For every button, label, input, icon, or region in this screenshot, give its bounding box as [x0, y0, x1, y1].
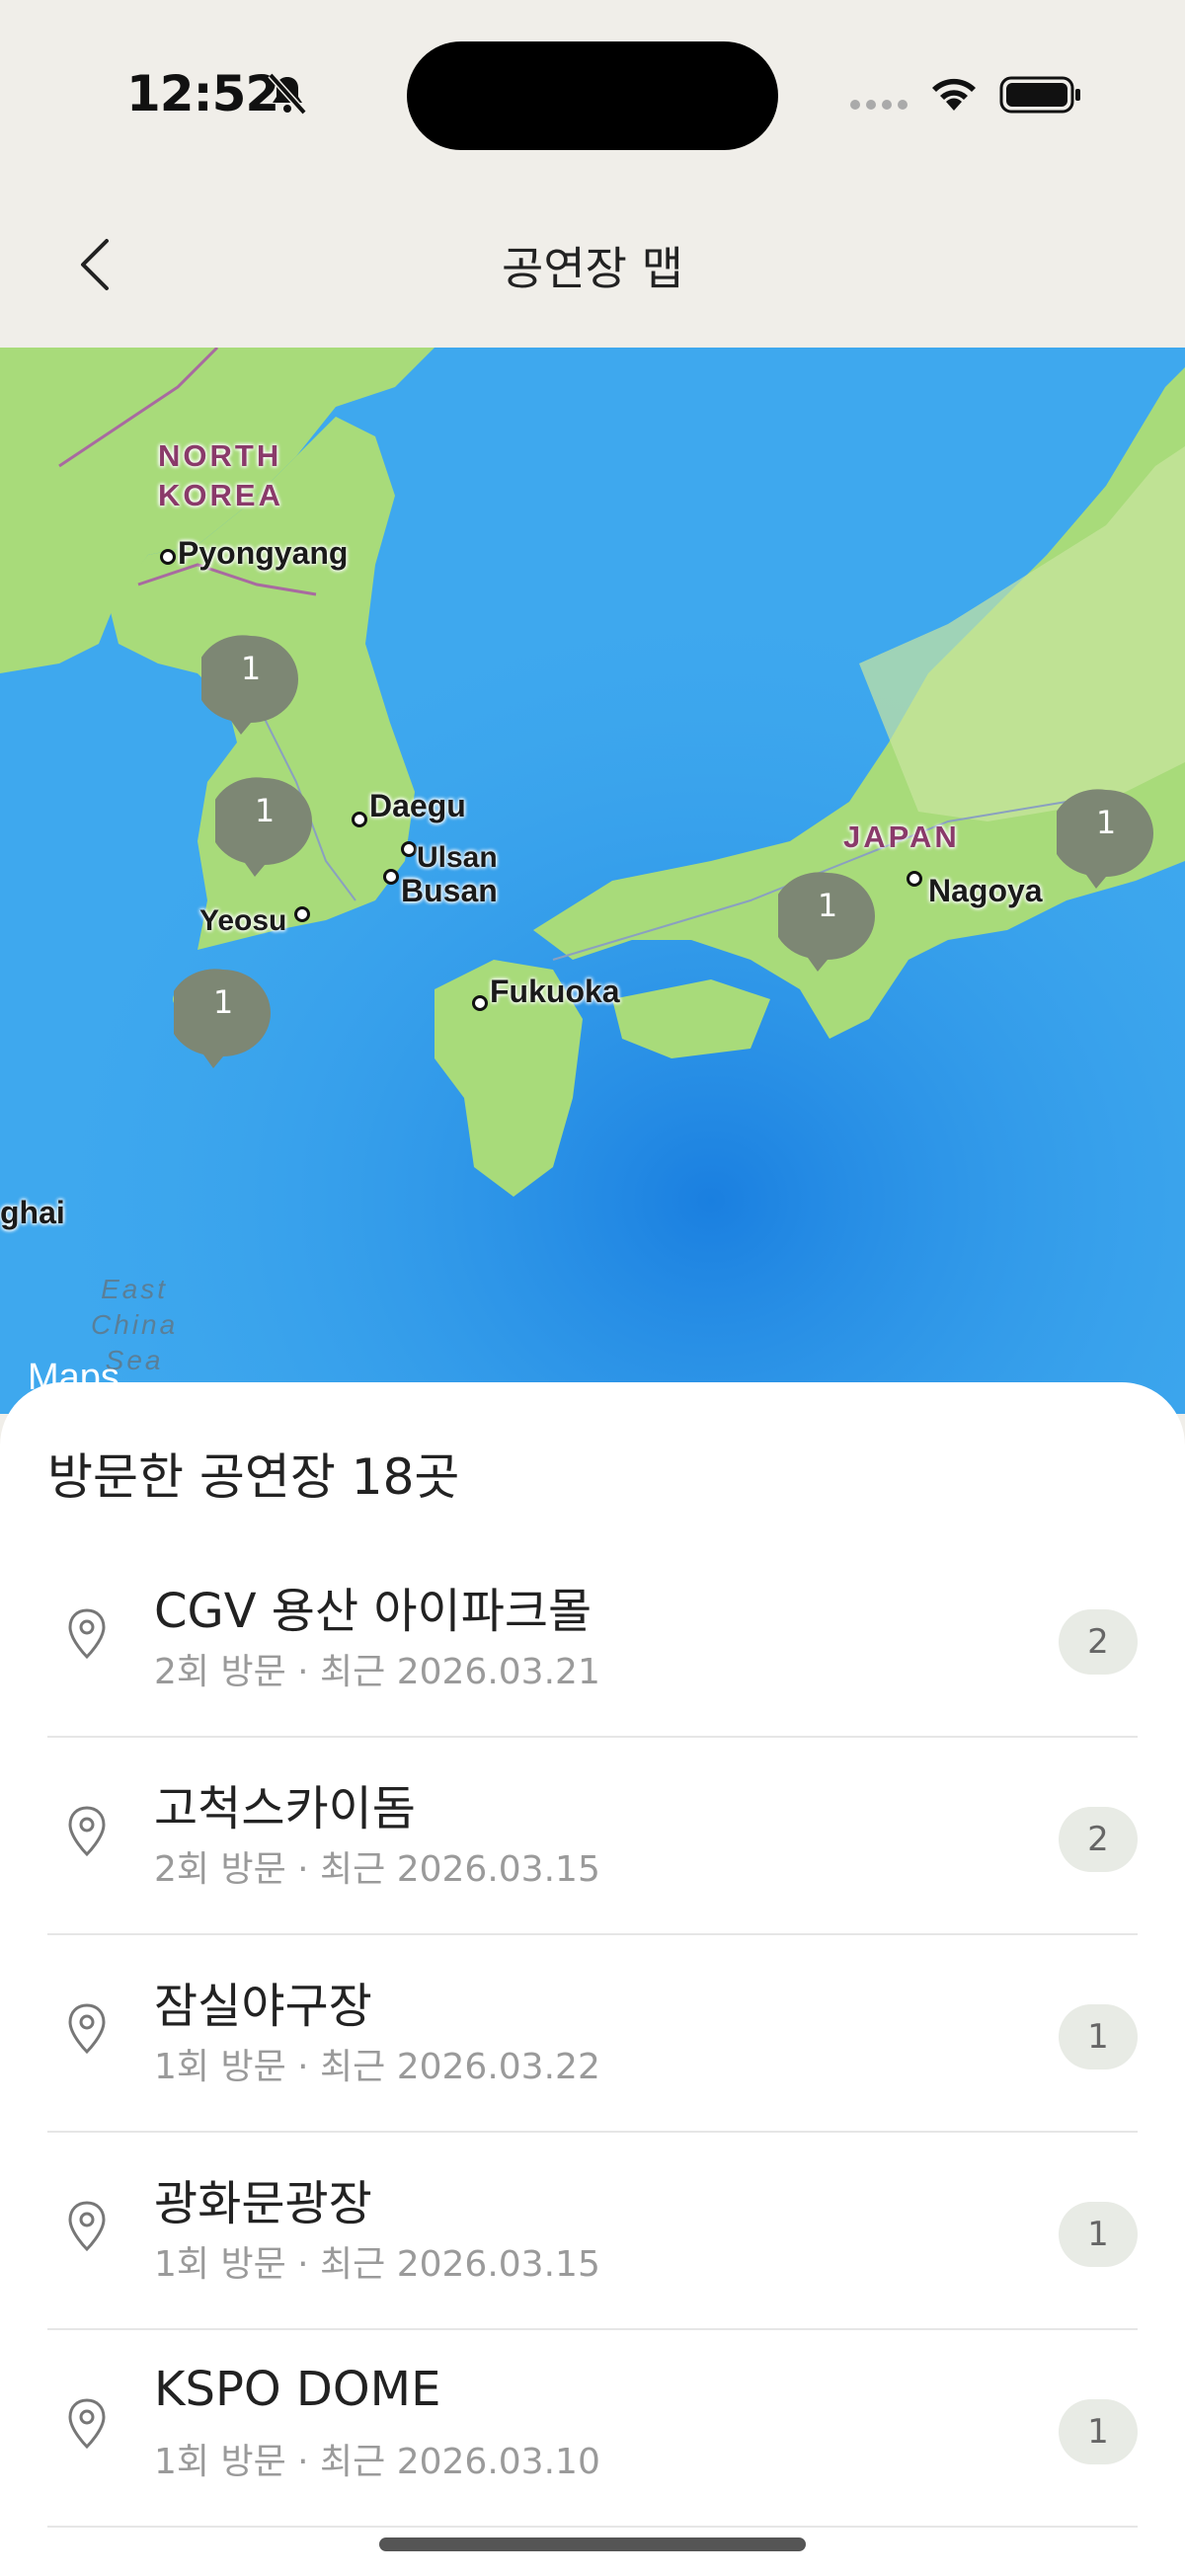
location-pin-icon: [68, 1608, 106, 1660]
map-label-busan: Busan: [401, 873, 498, 908]
visit-count-badge: 2: [1059, 1807, 1138, 1872]
visit-count-badge: 1: [1059, 2202, 1138, 2267]
venue-meta: 2회 방문 · 최근 2026.03.15: [154, 1849, 600, 1890]
map-city-dot: [401, 841, 417, 857]
bell-muted-icon: [268, 72, 307, 116]
map-city-dot: [383, 869, 399, 885]
location-pin-icon: [68, 2398, 106, 2450]
venue-name: CGV 용산 아이파크몰: [154, 1584, 592, 1639]
map-label-pyongyang: Pyongyang: [178, 535, 349, 571]
map-label-daegu: Daegu: [369, 788, 466, 823]
map-city-dot: [472, 995, 488, 1011]
location-pin-icon: [68, 2003, 106, 2055]
venue-list-item[interactable]: 광화문광장 1회 방문 · 최근 2026.03.15 1: [47, 2133, 1138, 2330]
signal-dots-icon: [850, 100, 908, 110]
page-title: 공연장 맵: [502, 242, 683, 295]
venue-list-item[interactable]: CGV 용산 아이파크몰 2회 방문 · 최근 2026.03.21 2: [47, 1540, 1138, 1738]
status-time: 12:52: [126, 65, 279, 122]
venue-map[interactable]: NORTH KOREA Pyongyang Daegu Ulsan Busan …: [0, 348, 1185, 1414]
venue-name: 광화문광장: [154, 2176, 372, 2231]
dynamic-island: [407, 41, 778, 150]
venue-name: 잠실야구장: [154, 1979, 372, 2034]
visit-count-badge: 1: [1059, 2399, 1138, 2464]
venue-list: CGV 용산 아이파크몰 2회 방문 · 최근 2026.03.21 2 고척스…: [47, 1540, 1138, 2528]
map-label-fukuoka: Fukuoka: [490, 974, 620, 1009]
map-label-japan: JAPAN: [843, 820, 960, 854]
map-label-nagoya: Nagoya: [928, 873, 1043, 908]
location-pin-icon: [68, 1806, 106, 1857]
venue-name: 고척스카이돔: [154, 1781, 416, 1836]
home-indicator[interactable]: [379, 2537, 806, 2551]
venue-list-item[interactable]: 고척스카이돔 2회 방문 · 최근 2026.03.15 2: [47, 1738, 1138, 1935]
venue-meta: 2회 방문 · 최근 2026.03.21: [154, 1652, 600, 1692]
venue-meta: 1회 방문 · 최근 2026.03.15: [154, 2244, 600, 2285]
venue-cluster-pin[interactable]: 1: [201, 634, 300, 737]
venue-cluster-pin[interactable]: 1: [1057, 788, 1155, 891]
map-label-ulsan: Ulsan: [417, 841, 498, 874]
venue-cluster-pin[interactable]: 1: [174, 968, 273, 1070]
map-label-yeosu: Yeosu: [199, 904, 287, 937]
venue-meta: 1회 방문 · 최근 2026.03.22: [154, 2047, 600, 2087]
visited-venues-sheet[interactable]: 방문한 공연장 18곳 CGV 용산 아이파크몰 2회 방문 · 최근 2026…: [0, 1382, 1185, 2576]
sheet-title: 방문한 공연장 18곳: [47, 1448, 460, 1506]
map-label-shanghai: ghai: [0, 1195, 65, 1230]
map-city-dot: [160, 549, 176, 565]
venue-meta: 1회 방문 · 최근 2026.03.10: [154, 2442, 600, 2482]
visit-count-badge: 2: [1059, 1609, 1138, 1675]
location-pin-icon: [68, 2201, 106, 2252]
battery-icon: [999, 76, 1080, 114]
map-city-dot: [907, 871, 922, 887]
map-city-dot: [294, 906, 310, 922]
navigation-bar: 공연장 맵: [0, 188, 1185, 348]
venue-list-item[interactable]: KSPO DOME 1회 방문 · 최근 2026.03.10 1: [47, 2330, 1138, 2528]
venue-name: KSPO DOME: [154, 2362, 441, 2417]
map-city-dot: [352, 812, 367, 827]
wifi-icon: [932, 78, 976, 111]
venue-list-item[interactable]: 잠실야구장 1회 방문 · 최근 2026.03.22 1: [47, 1935, 1138, 2133]
visit-count-badge: 1: [1059, 2004, 1138, 2069]
venue-cluster-pin[interactable]: 1: [215, 776, 314, 879]
venue-cluster-pin[interactable]: 1: [778, 871, 877, 974]
map-label-north-korea: NORTH KOREA: [158, 438, 283, 512]
status-bar: 12:52: [0, 0, 1185, 188]
